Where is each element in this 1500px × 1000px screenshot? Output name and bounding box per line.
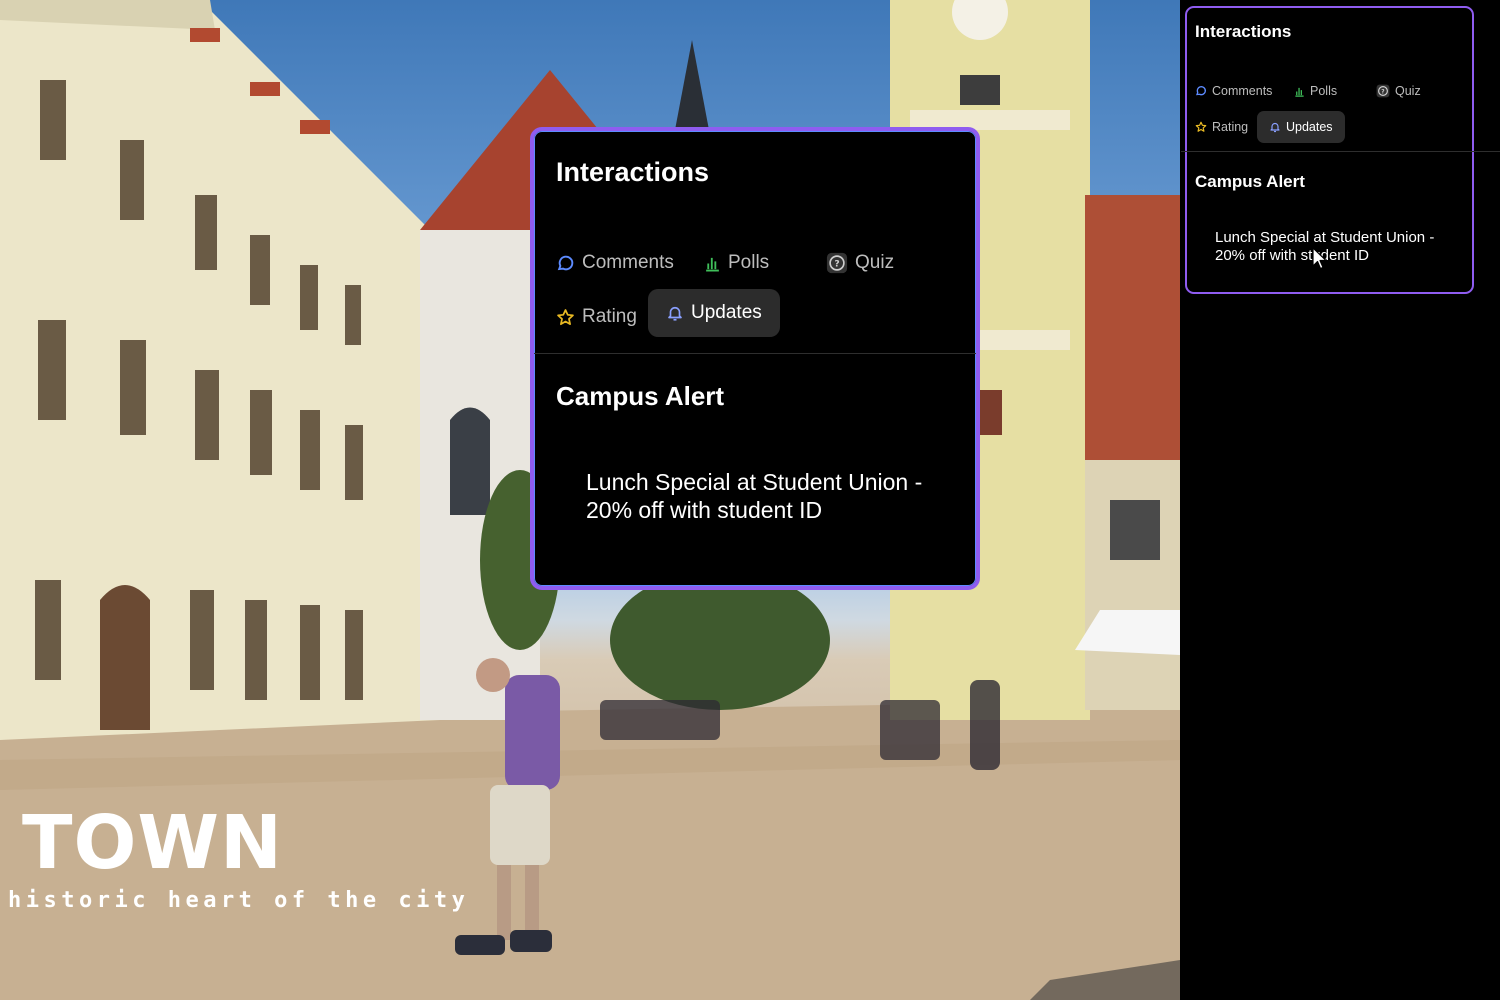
tab-label: Polls (728, 252, 770, 273)
tab-rating[interactable]: Rating (1195, 111, 1248, 143)
mouse-cursor-icon (1312, 247, 1327, 270)
divider (534, 353, 976, 354)
tab-comments[interactable]: Comments (556, 239, 674, 287)
video-caption-title: TOWN (22, 800, 283, 886)
interactions-panel-sidebar: Interactions Comments Polls ? Quiz Ratin… (1181, 6, 1500, 294)
comment-icon (1195, 85, 1207, 97)
tab-label: Quiz (855, 252, 895, 273)
alert-message: Lunch Special at Student Union - 20% off… (586, 469, 923, 524)
panel-title: Interactions (556, 157, 710, 187)
divider (1181, 151, 1500, 152)
tab-label: Quiz (1395, 84, 1421, 98)
alert-title: Campus Alert (556, 381, 725, 411)
tab-label: Comments (582, 252, 674, 273)
question-icon: ? (826, 252, 848, 274)
bar-chart-icon (704, 255, 721, 272)
tab-label: Comments (1212, 84, 1273, 98)
tab-polls[interactable]: Polls (704, 239, 769, 287)
tab-quiz[interactable]: ? Quiz (1376, 75, 1421, 107)
interactions-panel-overlay: Interactions Comments Polls ? Quiz Ratin… (530, 127, 980, 590)
tab-updates[interactable]: Updates (1257, 111, 1345, 143)
tab-label: Updates (691, 302, 762, 323)
alert-title: Campus Alert (1195, 172, 1305, 191)
alert-message: Lunch Special at Student Union - 20% off… (1215, 229, 1435, 265)
star-icon (556, 308, 575, 327)
tab-label: Updates (1286, 120, 1333, 134)
tab-label: Rating (582, 306, 637, 327)
bar-chart-icon (1294, 86, 1305, 97)
bell-icon (1269, 121, 1281, 133)
tab-rating[interactable]: Rating (556, 293, 637, 341)
svg-text:?: ? (834, 259, 839, 270)
video-caption-subtitle: historic heart of the city (8, 888, 470, 913)
comment-icon (556, 254, 575, 273)
bell-icon (666, 304, 684, 322)
tab-polls[interactable]: Polls (1294, 75, 1337, 107)
question-icon: ? (1376, 84, 1390, 98)
tab-label: Rating (1212, 120, 1249, 134)
svg-text:?: ? (1381, 89, 1384, 95)
tab-comments[interactable]: Comments (1195, 75, 1272, 107)
tab-updates[interactable]: Updates (648, 289, 780, 337)
star-icon (1195, 121, 1207, 133)
panel-title: Interactions (1195, 22, 1292, 41)
tab-quiz[interactable]: ? Quiz (826, 239, 894, 287)
tab-label: Polls (1310, 84, 1338, 98)
